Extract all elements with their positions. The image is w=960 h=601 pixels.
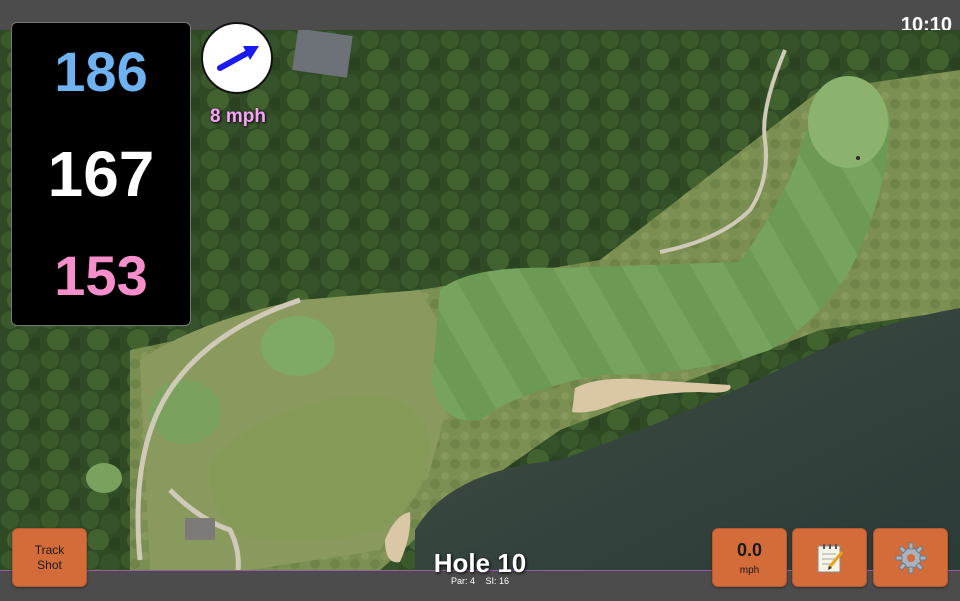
wind-speed: 8 mph [210,106,266,127]
distance-panel: 186 167 153 [11,22,191,326]
hole-title: Hole 10 [433,548,527,578]
back-distance: 186 [54,40,148,103]
notepad-icon [817,543,843,572]
speed-value: 0.0 [736,539,763,560]
hole-par: Par: 4 [450,576,475,586]
hole-info: Par: 4 SI: 16 [380,576,580,586]
speed-button[interactable]: 0.0 mph [712,528,787,587]
wind-arrow-icon [217,46,259,71]
track-shot-label-line2: Shot [37,557,62,572]
middle-distance: 167 [47,138,155,210]
track-shot-button[interactable]: Track Shot [12,528,87,587]
track-shot-label-line1: Track [34,543,65,558]
hole-stroke-index: SI: 16 [485,576,510,586]
gear-icon [895,542,926,573]
notes-button[interactable] [792,528,867,587]
wind-direction-dial [201,22,273,94]
speed-unit: mph [739,564,760,576]
front-distance: 153 [54,244,148,307]
settings-button[interactable] [873,528,948,587]
